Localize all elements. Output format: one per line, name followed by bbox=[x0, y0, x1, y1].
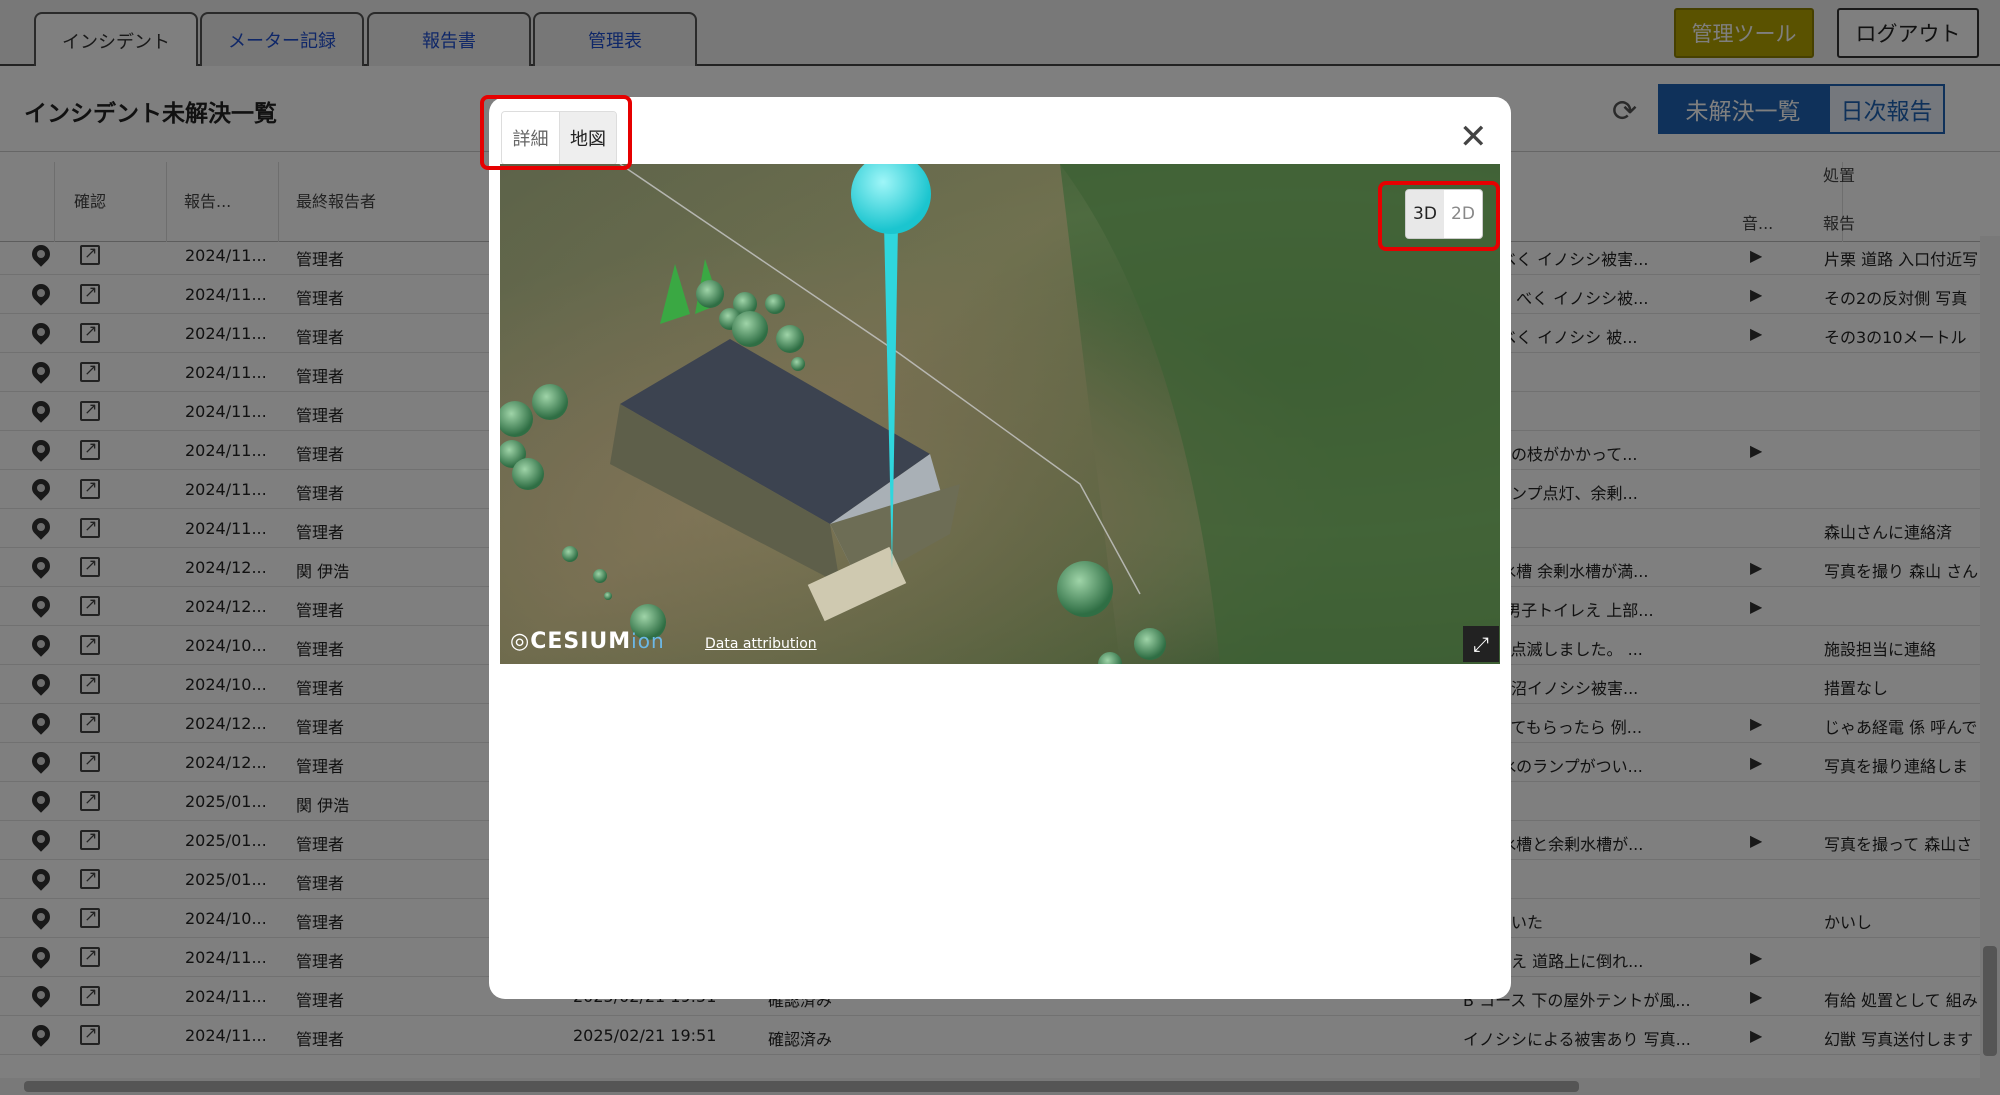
highlight-map-tab bbox=[480, 95, 632, 170]
highlight-3d-2d-toggle bbox=[1378, 181, 1500, 251]
terrain-scene bbox=[500, 164, 1500, 664]
cesium-map-viewer[interactable]: 3D 2D ◎CESIUMion Data attribution ⤢ bbox=[500, 164, 1500, 664]
incident-modal: 詳細 地図 ✕ 3D 2D ◎CESIUMion Data attributio… bbox=[489, 97, 1511, 999]
cesium-logo-icon: ◎ bbox=[510, 629, 531, 654]
cesium-logo-text: CESIUM bbox=[530, 629, 632, 654]
cesium-ion-text: ion bbox=[631, 629, 665, 653]
cesium-logo[interactable]: ◎CESIUMion bbox=[510, 629, 665, 654]
close-icon[interactable]: ✕ bbox=[1459, 117, 1488, 157]
fullscreen-icon[interactable]: ⤢ bbox=[1463, 626, 1499, 662]
data-attribution-link[interactable]: Data attribution bbox=[705, 636, 817, 652]
